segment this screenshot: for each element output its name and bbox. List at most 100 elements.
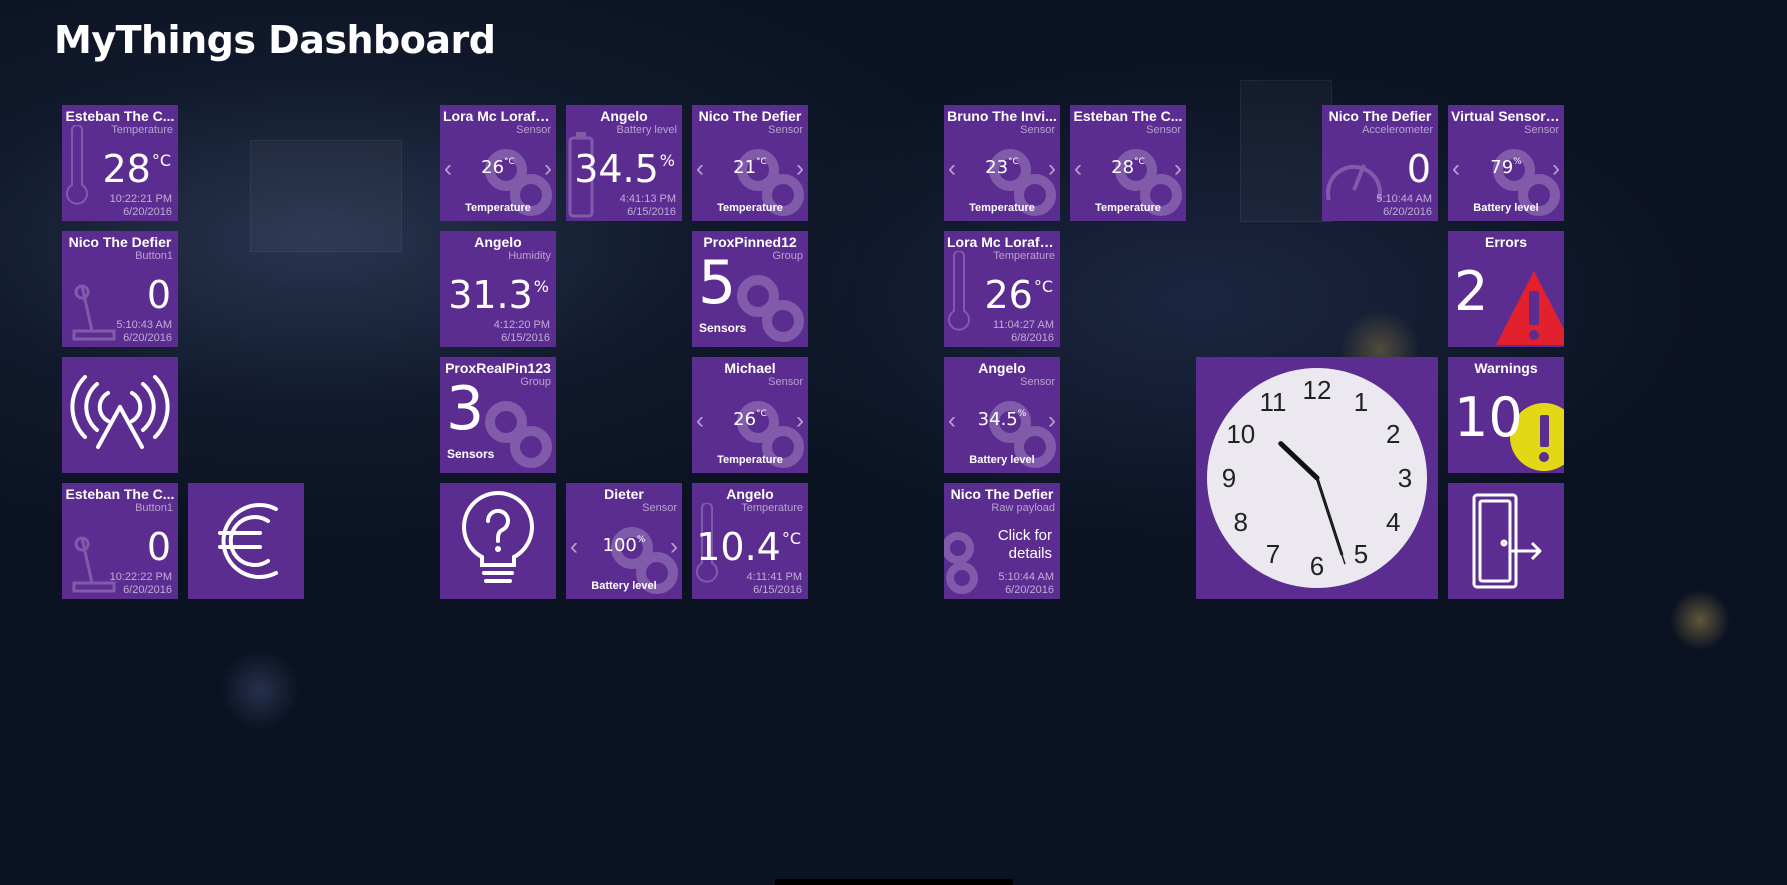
euro-tile[interactable] bbox=[188, 483, 304, 599]
tile-type: Group bbox=[772, 250, 803, 262]
tile-time: 5:10:43 AM bbox=[116, 319, 172, 331]
tile-name: Esteban The C... bbox=[65, 486, 175, 502]
clock-numeral: 11 bbox=[1260, 387, 1287, 417]
button-tile[interactable]: Nico The Defier Button1 0 5:10:43 AM 6/2… bbox=[62, 231, 178, 347]
tile-type: Battery level bbox=[616, 124, 677, 136]
tile-date: 6/20/2016 bbox=[1383, 206, 1432, 218]
payload-link[interactable]: Click for details bbox=[998, 527, 1052, 563]
tile-date: 6/15/2016 bbox=[753, 584, 802, 596]
group-tile[interactable]: ProxPinned12 Group 5 Sensors bbox=[692, 231, 808, 347]
tile-label: Temperature bbox=[717, 202, 783, 214]
tile-type: Humidity bbox=[508, 250, 551, 262]
chevron-right-icon[interactable]: › bbox=[796, 407, 804, 435]
sensor-carousel-tile[interactable]: Lora Mc Lorafa... Sensor ‹ 26°C › Temper… bbox=[440, 105, 556, 221]
tile-name: Lora Mc Lorafa... bbox=[443, 108, 556, 124]
raw-payload-tile[interactable]: Nico The Defier Raw payload Click for det… bbox=[944, 483, 1060, 599]
tile-type: Sensor bbox=[642, 502, 677, 514]
sensor-carousel-tile[interactable]: Michael Sensor ‹ 26°C › Temperature bbox=[692, 357, 808, 473]
group-label: Sensors bbox=[447, 447, 495, 461]
tile-type: Sensor bbox=[1020, 124, 1055, 136]
tile-type: Button1 bbox=[135, 250, 173, 262]
humidity-tile[interactable]: Angelo Humidity 31.3% 4:12:20 PM 6/15/20… bbox=[440, 231, 556, 347]
sensor-carousel-tile[interactable]: Dieter Sensor ‹ 100% › Battery level bbox=[566, 483, 682, 599]
tile-value: 28°C bbox=[1111, 157, 1145, 178]
tile-label: Battery level bbox=[1473, 202, 1539, 214]
tile-type: Sensor bbox=[1020, 376, 1055, 388]
tile-type: Sensor bbox=[1524, 124, 1559, 136]
thermometer-icon bbox=[948, 251, 970, 331]
tile-name: Angelo bbox=[600, 108, 648, 124]
sensor-carousel-tile[interactable]: Nico The Defier Sensor ‹ 21°C › Temperat… bbox=[692, 105, 808, 221]
chevron-right-icon[interactable]: › bbox=[1552, 155, 1560, 183]
tile-type: Sensor bbox=[1146, 124, 1181, 136]
tile-type: Temperature bbox=[741, 502, 803, 514]
sensor-carousel-tile[interactable]: Esteban The C... Sensor ‹ 28°C › Tempera… bbox=[1070, 105, 1186, 221]
tile-type: Temperature bbox=[111, 124, 173, 136]
tile-time: 11:04:27 AM bbox=[993, 319, 1054, 331]
tile-name: Nico The Defier bbox=[950, 486, 1054, 502]
button-tile[interactable]: Esteban The C... Button1 0 10:22:22 PM 6… bbox=[62, 483, 178, 599]
tile-type: Group bbox=[520, 376, 551, 388]
clock-numeral: 10 bbox=[1226, 419, 1255, 449]
euro-icon bbox=[218, 503, 278, 579]
antenna-icon bbox=[70, 375, 170, 449]
tile-name: Angelo bbox=[474, 234, 522, 250]
tile-value: 34.5% bbox=[574, 147, 675, 191]
group-count: 5 bbox=[698, 248, 737, 318]
chevron-right-icon[interactable]: › bbox=[544, 155, 552, 183]
tile-name: Lora Mc Lorafa... bbox=[947, 234, 1060, 250]
tile-time: 10:22:22 PM bbox=[109, 571, 172, 583]
background-rack bbox=[250, 140, 402, 252]
clock-numeral: 2 bbox=[1386, 419, 1400, 449]
tile-label: Battery level bbox=[969, 454, 1035, 466]
chevron-right-icon[interactable]: › bbox=[1048, 155, 1056, 183]
temperature-tile[interactable]: Esteban The C... Temperature 28°C 10:22:… bbox=[62, 105, 178, 221]
warnings-count: 10 bbox=[1454, 386, 1523, 449]
tile-type: Sensor bbox=[768, 376, 803, 388]
tile-time: 4:12:20 PM bbox=[493, 319, 550, 331]
tile-type: Sensor bbox=[516, 124, 551, 136]
tile-type: Button1 bbox=[135, 502, 173, 514]
tile-value: 34.5% bbox=[977, 409, 1027, 430]
chevron-right-icon[interactable]: › bbox=[1174, 155, 1182, 183]
accelerometer-tile[interactable]: Nico The Defier Accelerometer 0 5:10:44 … bbox=[1322, 105, 1438, 221]
chevron-right-icon[interactable]: › bbox=[670, 533, 678, 561]
tile-value: 21°C bbox=[733, 157, 767, 178]
tile-time: 10:22:21 PM bbox=[109, 193, 172, 205]
tile-time: 4:11:41 PM bbox=[746, 571, 802, 583]
tile-type: Raw payload bbox=[991, 502, 1055, 514]
group-count: 3 bbox=[446, 374, 485, 444]
errors-tile[interactable]: Errors 2 bbox=[1448, 231, 1564, 347]
sensor-carousel-tile[interactable]: Virtual Sensor ... Sensor ‹ 79% › Batter… bbox=[1448, 105, 1564, 221]
group-label: Sensors bbox=[699, 321, 747, 335]
tile-type: Accelerometer bbox=[1362, 124, 1433, 136]
tile-value: 0 bbox=[146, 273, 171, 317]
tile-name: Errors bbox=[1484, 234, 1528, 250]
tile-value: 100% bbox=[602, 535, 646, 556]
help-tile[interactable] bbox=[440, 483, 556, 599]
tile-label: Temperature bbox=[969, 202, 1035, 214]
sensor-carousel-tile[interactable]: Bruno The Invi... Sensor ‹ 23°C › Temper… bbox=[944, 105, 1060, 221]
chevron-right-icon[interactable]: › bbox=[1048, 407, 1056, 435]
tile-date: 6/15/2016 bbox=[627, 206, 676, 218]
sensor-carousel-tile[interactable]: Angelo Sensor ‹ 34.5% › Battery level bbox=[944, 357, 1060, 473]
tile-name: Virtual Sensor ... bbox=[1451, 108, 1562, 124]
tile-name: Nico The Defier bbox=[68, 234, 172, 250]
tile-time: 4:41:13 PM bbox=[619, 193, 676, 205]
group-tile[interactable]: ProxRealPin123 Group 3 Sensors bbox=[440, 357, 556, 473]
chevron-right-icon[interactable]: › bbox=[796, 155, 804, 183]
logout-tile[interactable] bbox=[1448, 483, 1564, 599]
battery-tile[interactable]: Angelo Battery level 34.5% 4:41:13 PM 6/… bbox=[566, 105, 682, 221]
logout-door-icon bbox=[1472, 493, 1542, 589]
warnings-tile[interactable]: Warnings 10 bbox=[1448, 357, 1564, 473]
analog-clock: 12 12 3 45678 9 1011 bbox=[1207, 368, 1427, 588]
clock-numeral: 3 bbox=[1398, 463, 1412, 493]
tile-label: Temperature bbox=[717, 454, 783, 466]
tile-name: Michael bbox=[724, 360, 776, 376]
tile-name: Bruno The Invi... bbox=[947, 108, 1057, 124]
joystick-icon bbox=[72, 284, 116, 341]
temperature-tile[interactable]: Lora Mc Lorafa... Temperature 26°C 11:04… bbox=[944, 231, 1060, 347]
error-warning-icon bbox=[1496, 271, 1564, 345]
temperature-tile[interactable]: Angelo Temperature 10.4°C 4:11:41 PM 6/1… bbox=[692, 483, 808, 599]
antenna-tile[interactable] bbox=[62, 357, 178, 473]
